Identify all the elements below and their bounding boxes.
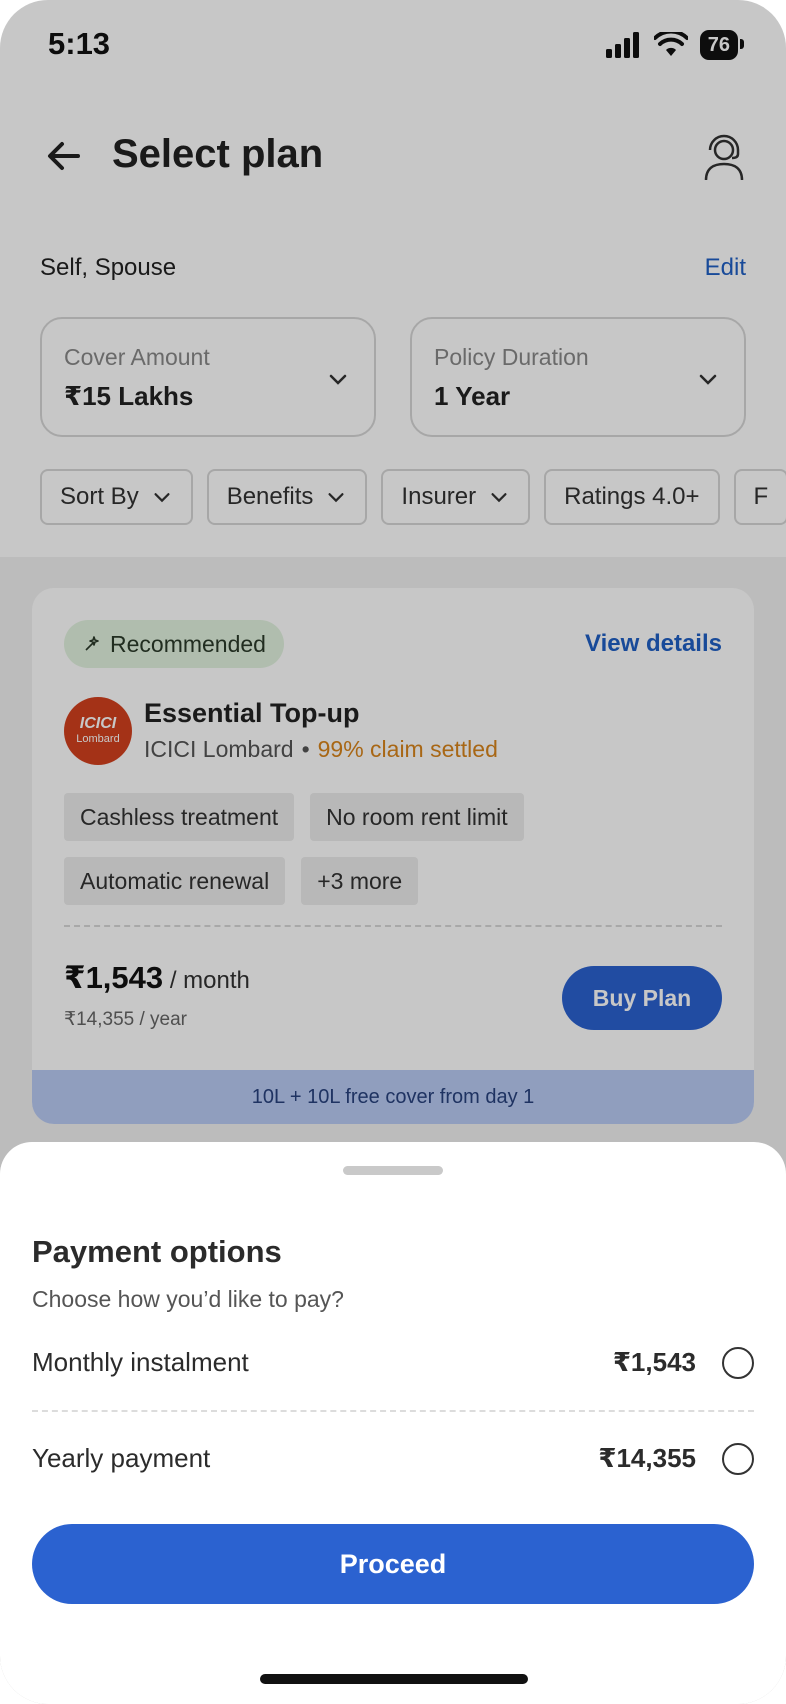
sheet-title: Payment options [32,1234,282,1269]
payment-option-yearly[interactable]: Yearly payment ₹14,355 [32,1434,754,1484]
phone-screen: 5:13 76 Select plan Self, Spouse Edit Co… [0,0,786,1704]
option-price: ₹14,355 [598,1443,696,1473]
payment-option-monthly[interactable]: Monthly instalment ₹1,543 [32,1338,754,1388]
payment-options-sheet: Payment options Choose how you’d like to… [0,1142,786,1704]
sheet-drag-handle[interactable] [343,1166,443,1175]
home-indicator [260,1674,528,1684]
radio-button[interactable] [722,1443,754,1475]
proceed-button[interactable]: Proceed [32,1524,754,1604]
option-label: Yearly payment [32,1443,211,1473]
option-label: Monthly instalment [32,1347,249,1377]
option-divider [32,1410,754,1412]
radio-button[interactable] [722,1347,754,1379]
sheet-subtitle: Choose how you’d like to pay? [32,1286,344,1312]
option-price: ₹1,543 [612,1347,696,1377]
